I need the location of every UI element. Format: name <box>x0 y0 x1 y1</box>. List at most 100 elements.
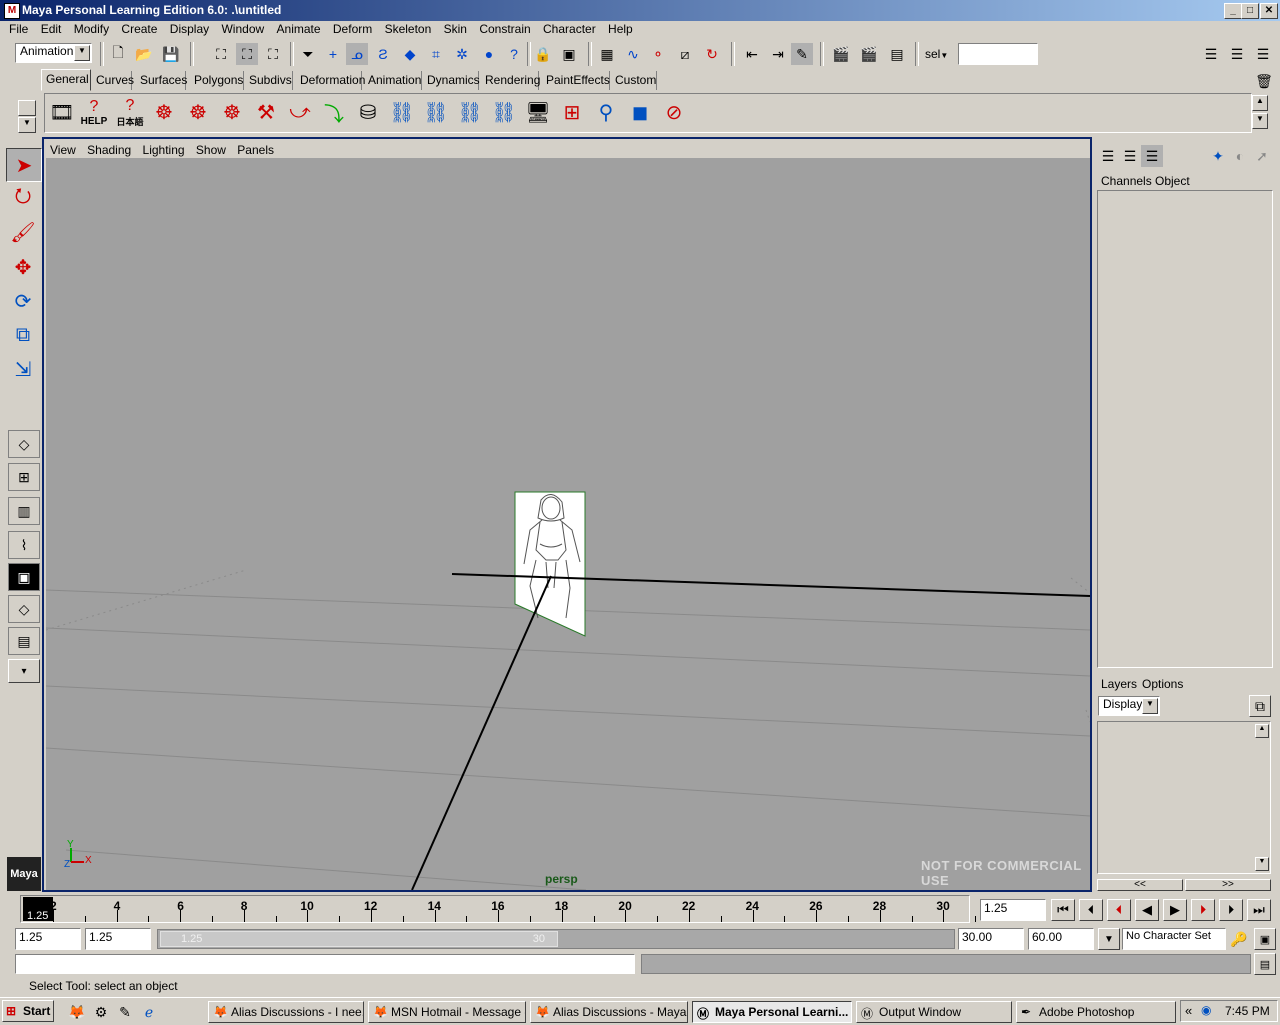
japanese-help-icon[interactable]: ? 日本語 <box>115 97 145 127</box>
menu-deform[interactable]: Deform <box>329 21 377 36</box>
character-rig-icon[interactable]: ☸ <box>217 97 247 127</box>
trash-icon[interactable]: 🗑 <box>1253 70 1275 92</box>
taskbar-button-photoshop[interactable]: ✒ Adobe Photoshop <box>1016 1001 1176 1023</box>
ipr-render-icon[interactable]: 🎬 <box>858 43 880 65</box>
start-time-field[interactable]: 1.25 <box>15 928 81 950</box>
shelf-scroll-down[interactable]: ▼ <box>1252 113 1268 129</box>
quick-selection-label[interactable]: sel▼ <box>925 47 948 61</box>
tab-animation[interactable]: Animation <box>364 71 422 90</box>
play-backwards-icon[interactable]: ◀ <box>1135 899 1159 921</box>
lasso-tool-icon[interactable]: ⭮ <box>6 182 40 214</box>
step-forward-frame-icon[interactable]: ⏵ <box>1219 899 1243 921</box>
script-editor-icon[interactable]: 🖥 <box>523 97 553 127</box>
tab-general[interactable]: General <box>41 69 91 91</box>
tab-polygons[interactable]: Polygons <box>190 71 244 90</box>
step-back-key-icon[interactable]: ⏴ <box>1107 899 1131 921</box>
snap-to-curves-icon[interactable]: ∿ <box>622 43 644 65</box>
select-rendering-icon[interactable]: ● <box>478 43 500 65</box>
green-arrow-icon[interactable]: ⤵ <box>319 97 349 127</box>
firefox-icon[interactable]: 🦊 <box>66 1001 88 1023</box>
start-button[interactable]: ⊞ Start <box>2 1000 54 1022</box>
shelf-options-button[interactable] <box>18 100 36 116</box>
character-set-field[interactable]: No Character Set <box>1122 928 1226 950</box>
scale-tool-icon[interactable]: ⧉ <box>6 319 40 351</box>
taskbar-button-alias-2[interactable]: 🦊 Alias Discussions - Maya ... <box>530 1001 688 1023</box>
panel-menu-lighting[interactable]: Lighting <box>139 141 189 159</box>
object-menu[interactable]: Object <box>1155 174 1190 188</box>
tab-rendering[interactable]: Rendering <box>481 71 540 90</box>
persp-graph-layout-icon[interactable]: ⌇ <box>8 531 40 559</box>
shelf-menu-button[interactable]: ▼ <box>18 117 36 133</box>
range-start-field[interactable]: 1.25 <box>85 928 151 950</box>
go-to-start-icon[interactable]: ⏮ <box>1051 899 1075 921</box>
character-rig-icon[interactable]: ☸ <box>149 97 179 127</box>
film-clapper-icon[interactable]: 🎞 <box>47 97 77 127</box>
select-surfaces-icon[interactable]: ◆ <box>399 43 421 65</box>
lock-selection-icon[interactable]: 🔒 <box>532 43 554 65</box>
panel-menu-shading[interactable]: Shading <box>83 141 135 159</box>
menuset-dropdown[interactable]: Animation ▼ <box>15 43 92 63</box>
menu-constrain[interactable]: Constrain <box>475 21 535 36</box>
3d-viewport[interactable]: Y X Z persp NOT FOR COMMERCIAL USE <box>46 158 1090 890</box>
select-deformations-icon[interactable]: ⌗ <box>425 43 447 65</box>
menu-display[interactable]: Display <box>166 21 214 36</box>
layers-menu[interactable]: Layers <box>1101 677 1137 691</box>
open-scene-icon[interactable]: 📂 <box>133 43 155 65</box>
select-handles-icon[interactable]: + <box>322 43 344 65</box>
options-menu[interactable]: Options <box>1142 677 1183 691</box>
menu-animate[interactable]: Animate <box>273 21 326 36</box>
persp-hypershade-layout-icon[interactable]: ◇ <box>8 595 40 623</box>
menu-character[interactable]: Character <box>539 21 601 36</box>
display-layer-icon[interactable]: ✦ <box>1207 145 1229 167</box>
time-slider-track[interactable]: 1.25 2 4 6 8 10 12 14 16 18 20 22 24 26 28 30 <box>20 895 977 923</box>
hierarchy-icon[interactable]: ⛓ <box>421 97 451 127</box>
menu-skin[interactable]: Skin <box>440 21 472 36</box>
play-forwards-icon[interactable]: ▶ <box>1163 899 1187 921</box>
tray-collapse-button[interactable]: « <box>1185 1003 1192 1018</box>
animation-preferences-icon[interactable]: ▣ <box>1254 928 1276 950</box>
tab-custom[interactable]: Custom <box>611 71 657 90</box>
menu-window[interactable]: Window <box>217 21 269 36</box>
select-by-component-icon[interactable]: ⛶ <box>262 43 284 65</box>
construction-history-icon[interactable]: ✎ <box>791 43 813 65</box>
persp-outliner-layout-icon[interactable]: ▥ <box>8 497 40 525</box>
menu-file[interactable]: File <box>0 21 33 36</box>
layout-menu-button[interactable]: ▾ <box>8 659 40 683</box>
scroll-right-button[interactable]: >> <box>1185 879 1271 891</box>
layer-scroll-up[interactable]: ▲ <box>1255 724 1269 738</box>
show-tool-settings-icon[interactable]: ☰ <box>1226 43 1248 65</box>
tab-surfaces[interactable]: Surfaces <box>136 71 187 90</box>
arrow-icon[interactable]: ➚ <box>1251 145 1273 167</box>
select-misc-icon[interactable]: ? <box>503 43 525 65</box>
new-layer-icon[interactable]: ⧉ <box>1249 695 1271 717</box>
channel-box-layout-icon[interactable]: ☰ <box>1097 145 1119 167</box>
render-globals-icon[interactable]: ▤ <box>886 43 908 65</box>
taskbar-button-alias-1[interactable]: 🦊 Alias Discussions - I nee... <box>208 1001 364 1023</box>
script-editor-button-icon[interactable]: ▤ <box>1254 953 1276 975</box>
snap-to-points-icon[interactable]: ⚬ <box>647 43 669 65</box>
hierarchy-icon[interactable]: ⛓ <box>489 97 519 127</box>
graph-icon[interactable]: ⊞ <box>557 97 587 127</box>
paint-select-tool-icon[interactable]: 🖌 <box>6 216 40 248</box>
input-ops-icon[interactable]: ⇤ <box>741 43 763 65</box>
menu-create[interactable]: Create <box>117 21 162 36</box>
minimize-button[interactable]: _ <box>1224 3 1242 19</box>
channel-layer-layout-icon[interactable]: ☰ <box>1119 145 1141 167</box>
menu-modify[interactable]: Modify <box>70 21 114 36</box>
render-current-frame-icon[interactable]: 🎬 <box>830 43 852 65</box>
tab-subdivs[interactable]: Subdivs <box>245 71 293 90</box>
select-tool-icon[interactable]: ➤ <box>6 148 42 182</box>
new-scene-icon[interactable]: 🗋 <box>107 43 129 65</box>
snap-to-view-planes-icon[interactable]: ⧄ <box>674 43 696 65</box>
layer-mode-dropdown[interactable]: Display ▼ <box>1098 696 1160 716</box>
taskbar-button-maya[interactable]: Ⓜ Maya Personal Learni... <box>692 1001 852 1023</box>
character-rig-icon[interactable]: ☸ <box>183 97 213 127</box>
tab-curves[interactable]: Curves <box>92 71 134 90</box>
end-time-field[interactable]: 60.00 <box>1028 928 1094 950</box>
make-live-icon[interactable]: ↻ <box>701 43 723 65</box>
show-attribute-editor-icon[interactable]: ☰ <box>1200 43 1222 65</box>
highlight-selection-icon[interactable]: ▣ <box>558 43 580 65</box>
move-tool-icon[interactable]: ✥ <box>6 251 40 283</box>
single-perspective-layout-icon[interactable]: ◇ <box>8 430 40 458</box>
panel-menu-view[interactable]: View <box>46 141 80 159</box>
